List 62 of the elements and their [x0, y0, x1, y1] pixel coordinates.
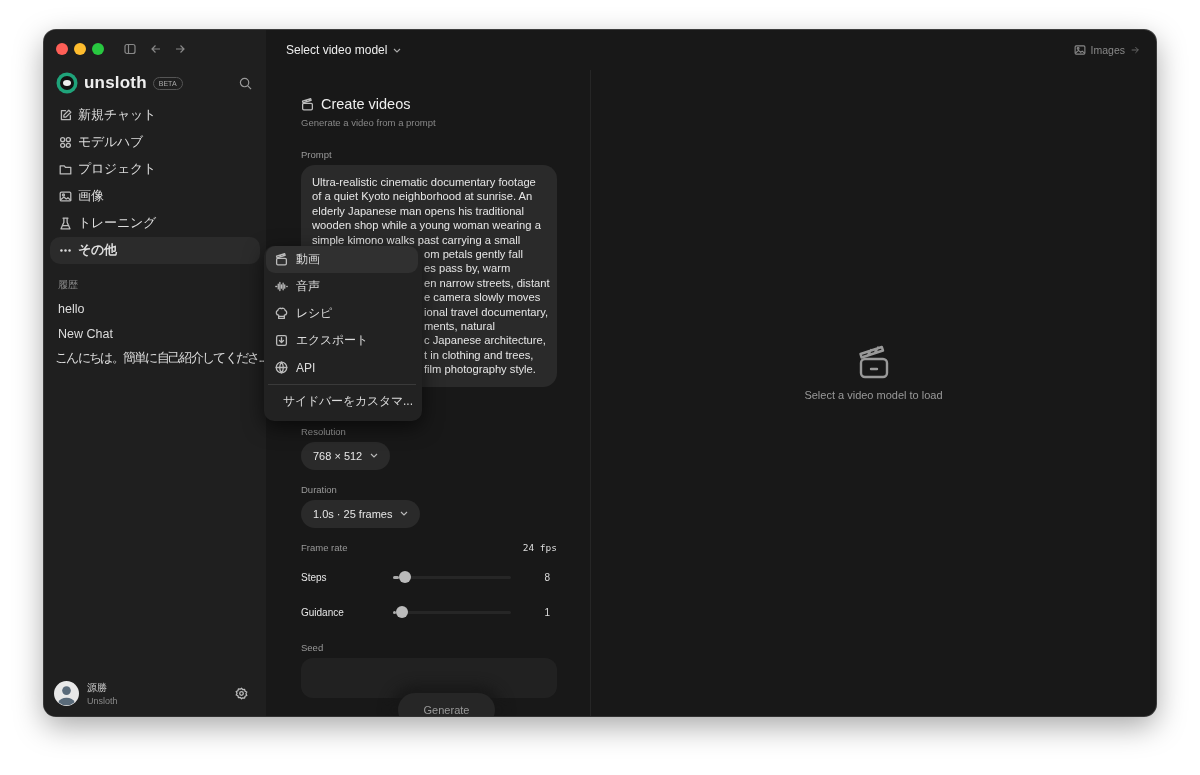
user-name: 源勝 — [87, 681, 108, 695]
history-item[interactable]: New Chat — [52, 321, 119, 346]
grid-icon — [59, 136, 72, 149]
chef-hat-icon — [275, 307, 288, 320]
field-label: Prompt — [301, 149, 333, 160]
generate-button[interactable]: Generate — [398, 693, 495, 716]
slider-label: Steps — [301, 571, 328, 583]
sidebar-item[interactable]: その他 — [50, 237, 260, 264]
slider-value: 1 — [544, 606, 551, 618]
slider-value: 8 — [544, 571, 551, 583]
field-label: Frame rate — [301, 541, 348, 553]
slider-thumb[interactable] — [398, 570, 411, 583]
waveform-icon — [275, 280, 288, 293]
select-field[interactable]: 1.0s · 25 frames — [301, 499, 421, 528]
history-item[interactable]: hello — [52, 296, 91, 321]
field-label: Resolution — [301, 425, 347, 437]
select-field[interactable]: 768 × 512 — [301, 441, 391, 470]
user-organization: Unsloth — [87, 696, 118, 706]
zoom-button[interactable] — [92, 43, 104, 55]
folder-icon — [59, 163, 72, 176]
clapperboard-icon — [275, 253, 288, 266]
arrow-right-icon — [1130, 45, 1140, 55]
page-subtitle: Generate a video from a prompt — [301, 117, 437, 128]
clapperboard-icon — [857, 345, 890, 379]
sidebar-item[interactable]: モデルハブ — [50, 129, 260, 156]
images-link[interactable]: Images — [1073, 44, 1140, 56]
avatar[interactable] — [54, 681, 79, 706]
frame-rate-value: 24 fps — [522, 541, 557, 553]
page-title: Create videos — [321, 96, 411, 112]
sidebar-item[interactable]: 画像 — [50, 183, 260, 210]
flask-icon — [59, 217, 72, 230]
chevron-down-icon — [393, 47, 402, 53]
forward-icon[interactable] — [174, 43, 186, 55]
history-heading: 履歴 — [58, 278, 79, 292]
sidebar-item[interactable]: プロジェクト — [50, 156, 260, 183]
sidebar-toggle-icon[interactable] — [124, 43, 136, 55]
field-label: Seed — [301, 641, 325, 653]
field-label: Duration — [301, 483, 338, 495]
minimize-button[interactable] — [74, 43, 86, 55]
clapperboard-icon — [301, 97, 314, 111]
edit-icon — [59, 109, 72, 122]
image-icon — [59, 190, 72, 203]
chevron-down-icon — [370, 453, 379, 459]
history-item[interactable]: こんにちは。簡単に自己紹介してくださ... — [52, 346, 267, 371]
image-icon — [1073, 44, 1086, 56]
globe-icon — [275, 361, 288, 374]
logo-icon — [56, 72, 78, 94]
search-icon[interactable] — [239, 76, 252, 90]
menu-item[interactable]: サイドバーをカスタマ... — [266, 388, 418, 415]
back-icon[interactable] — [150, 43, 162, 55]
model-select[interactable]: Select video model — [286, 43, 402, 57]
close-button[interactable] — [56, 43, 68, 55]
menu-item[interactable]: 動画 — [266, 246, 418, 273]
empty-state-message: Select a video model to load — [804, 389, 943, 401]
brand-name: unsloth — [84, 73, 147, 93]
settings-icon[interactable] — [235, 687, 248, 700]
sidebar-item[interactable]: 新規チャット — [50, 102, 260, 129]
sidebar-item[interactable]: トレーニング — [50, 210, 260, 237]
download-icon — [275, 334, 288, 347]
chevron-down-icon — [400, 511, 409, 517]
slider-thumb[interactable] — [396, 605, 409, 618]
slider-label: Guidance — [301, 606, 345, 618]
